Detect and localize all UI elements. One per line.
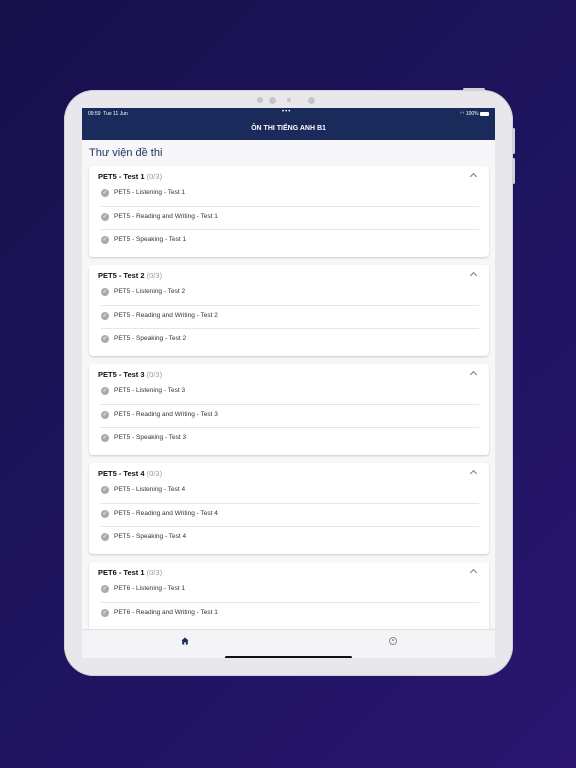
card-title-text: PET6 - Test 1 xyxy=(98,568,145,577)
check-circle-icon: ✓ xyxy=(101,189,109,197)
test-item-label: PET5 - Speaking - Test 3 xyxy=(114,434,187,441)
chevron-up-icon[interactable] xyxy=(469,469,478,478)
check-circle-icon: ✓ xyxy=(101,335,109,343)
sensor-dot xyxy=(257,97,263,103)
status-right: ◠ 100% xyxy=(460,111,489,117)
volume-down-button xyxy=(512,158,515,184)
app-title: ÔN THI TIẾNG ANH B1 xyxy=(82,120,495,140)
check-circle-icon: ✓ xyxy=(101,236,109,244)
test-item[interactable]: ✓ PET5 - Reading and Writing - Test 4 xyxy=(101,503,479,526)
time-label: 09:59 xyxy=(88,111,101,117)
test-item-label: PET5 - Listening - Test 1 xyxy=(114,189,186,196)
check-circle-icon: ✓ xyxy=(101,411,109,419)
check-circle-icon: ✓ xyxy=(101,213,109,221)
camera-dot xyxy=(287,98,291,102)
battery-level: 100% xyxy=(465,111,479,117)
progress-count: (0/3) xyxy=(146,172,163,181)
card-title[interactable]: PET6 - Test 1 (0/3) xyxy=(98,568,162,577)
card-title[interactable]: PET5 - Test 1 (0/3) xyxy=(98,172,162,181)
chevron-up-icon[interactable] xyxy=(469,172,478,181)
check-circle-icon: ✓ xyxy=(101,387,109,395)
test-item[interactable]: ✓ PET5 - Listening - Test 2 xyxy=(101,282,479,304)
card-title[interactable]: PET5 - Test 4 (0/3) xyxy=(98,469,162,478)
test-card[interactable]: PET5 - Test 3 (0/3) ✓ PET5 - Listening - T… xyxy=(89,364,489,455)
test-item-label: PET6 - Reading and Writing - Test 1 xyxy=(114,609,218,616)
test-item[interactable]: ✓ PET5 - Reading and Writing - Test 2 xyxy=(101,305,479,328)
test-item-label: PET5 - Speaking - Test 1 xyxy=(114,236,187,243)
test-item[interactable]: ✓ PET5 - Reading and Writing - Test 1 xyxy=(101,206,479,229)
test-item[interactable]: ✓ PET5 - Speaking - Test 1 xyxy=(101,229,479,252)
profile-icon[interactable] xyxy=(389,637,397,645)
progress-count: (0/3) xyxy=(146,271,163,280)
test-item-label: PET5 - Reading and Writing - Test 1 xyxy=(114,213,218,220)
app-screen: 09:59 Tue 11 Jun ••• ◠ 100% ÔN THI TIẾNG… xyxy=(82,108,495,658)
volume-up-button xyxy=(512,128,515,154)
chevron-up-icon[interactable] xyxy=(469,370,478,379)
test-item-label: PET5 - Reading and Writing - Test 3 xyxy=(114,411,218,418)
card-title-text: PET5 - Test 2 xyxy=(98,271,145,280)
test-card[interactable]: PET5 - Test 1 (0/3) ✓ PET5 - Listening - T… xyxy=(89,166,489,257)
test-item-label: PET6 - Listening - Test 1 xyxy=(114,585,186,592)
status-bar: 09:59 Tue 11 Jun ••• ◠ 100% xyxy=(82,108,495,120)
test-item-label: PET5 - Speaking - Test 4 xyxy=(114,533,187,540)
test-item[interactable]: ✓ PET5 - Speaking - Test 3 xyxy=(101,427,479,450)
test-item-label: PET5 - Listening - Test 4 xyxy=(114,486,186,493)
sensor-dot xyxy=(308,97,315,104)
card-title-text: PET5 - Test 4 xyxy=(98,469,145,478)
chevron-up-icon[interactable] xyxy=(469,568,478,577)
test-item-label: PET5 - Listening - Test 3 xyxy=(114,387,186,394)
test-item[interactable]: ✓ PET5 - Listening - Test 1 xyxy=(101,183,479,205)
battery-icon xyxy=(480,111,489,116)
test-item[interactable]: ✓ PET5 - Speaking - Test 2 xyxy=(101,328,479,351)
test-item[interactable]: ✓ PET5 - Listening - Test 3 xyxy=(101,381,479,403)
test-item[interactable]: ✓ PET5 - Speaking - Test 4 xyxy=(101,526,479,549)
home-indicator xyxy=(225,656,352,658)
power-button xyxy=(463,88,485,91)
sensor-dot xyxy=(269,97,276,104)
card-title[interactable]: PET5 - Test 2 (0/3) xyxy=(98,271,162,280)
test-item[interactable]: ✓ PET6 - Listening - Test 1 xyxy=(101,579,479,601)
test-item[interactable]: ✓ PET5 - Reading and Writing - Test 3 xyxy=(101,404,479,427)
test-card[interactable]: PET5 - Test 4 (0/3) ✓ PET5 - Listening - T… xyxy=(89,463,489,554)
date-label: Tue 11 Jun xyxy=(103,111,128,117)
test-item[interactable]: ✓ PET5 - Listening - Test 4 xyxy=(101,480,479,502)
multitask-dots[interactable]: ••• xyxy=(282,109,291,115)
progress-count: (0/3) xyxy=(146,469,163,478)
test-item-label: PET5 - Reading and Writing - Test 2 xyxy=(114,312,218,319)
check-circle-icon: ✓ xyxy=(101,486,109,494)
progress-count: (0/3) xyxy=(146,370,163,379)
tab-bar xyxy=(82,629,495,658)
test-card[interactable]: PET5 - Test 2 (0/3) ✓ PET5 - Listening - T… xyxy=(89,265,489,356)
test-item-label: PET5 - Speaking - Test 2 xyxy=(114,335,187,342)
check-circle-icon: ✓ xyxy=(101,312,109,320)
test-item[interactable]: ✓ PET6 - Reading and Writing - Test 1 xyxy=(101,602,479,625)
test-item-label: PET5 - Listening - Test 2 xyxy=(114,288,186,295)
chevron-up-icon[interactable] xyxy=(469,271,478,280)
wifi-icon: ◠ xyxy=(460,111,465,117)
status-time: 09:59 Tue 11 Jun xyxy=(88,111,128,117)
check-circle-icon: ✓ xyxy=(101,510,109,518)
check-circle-icon: ✓ xyxy=(101,288,109,296)
library-title: Thư viện đề thi xyxy=(89,147,163,159)
check-circle-icon: ✓ xyxy=(101,533,109,541)
card-title-text: PET5 - Test 3 xyxy=(98,370,145,379)
check-circle-icon: ✓ xyxy=(101,434,109,442)
test-item-label: PET5 - Reading and Writing - Test 4 xyxy=(114,510,218,517)
check-circle-icon: ✓ xyxy=(101,609,109,617)
card-title-text: PET5 - Test 1 xyxy=(98,172,145,181)
check-circle-icon: ✓ xyxy=(101,585,109,593)
progress-count: (0/3) xyxy=(146,568,163,577)
card-title[interactable]: PET5 - Test 3 (0/3) xyxy=(98,370,162,379)
home-icon[interactable] xyxy=(181,637,189,645)
